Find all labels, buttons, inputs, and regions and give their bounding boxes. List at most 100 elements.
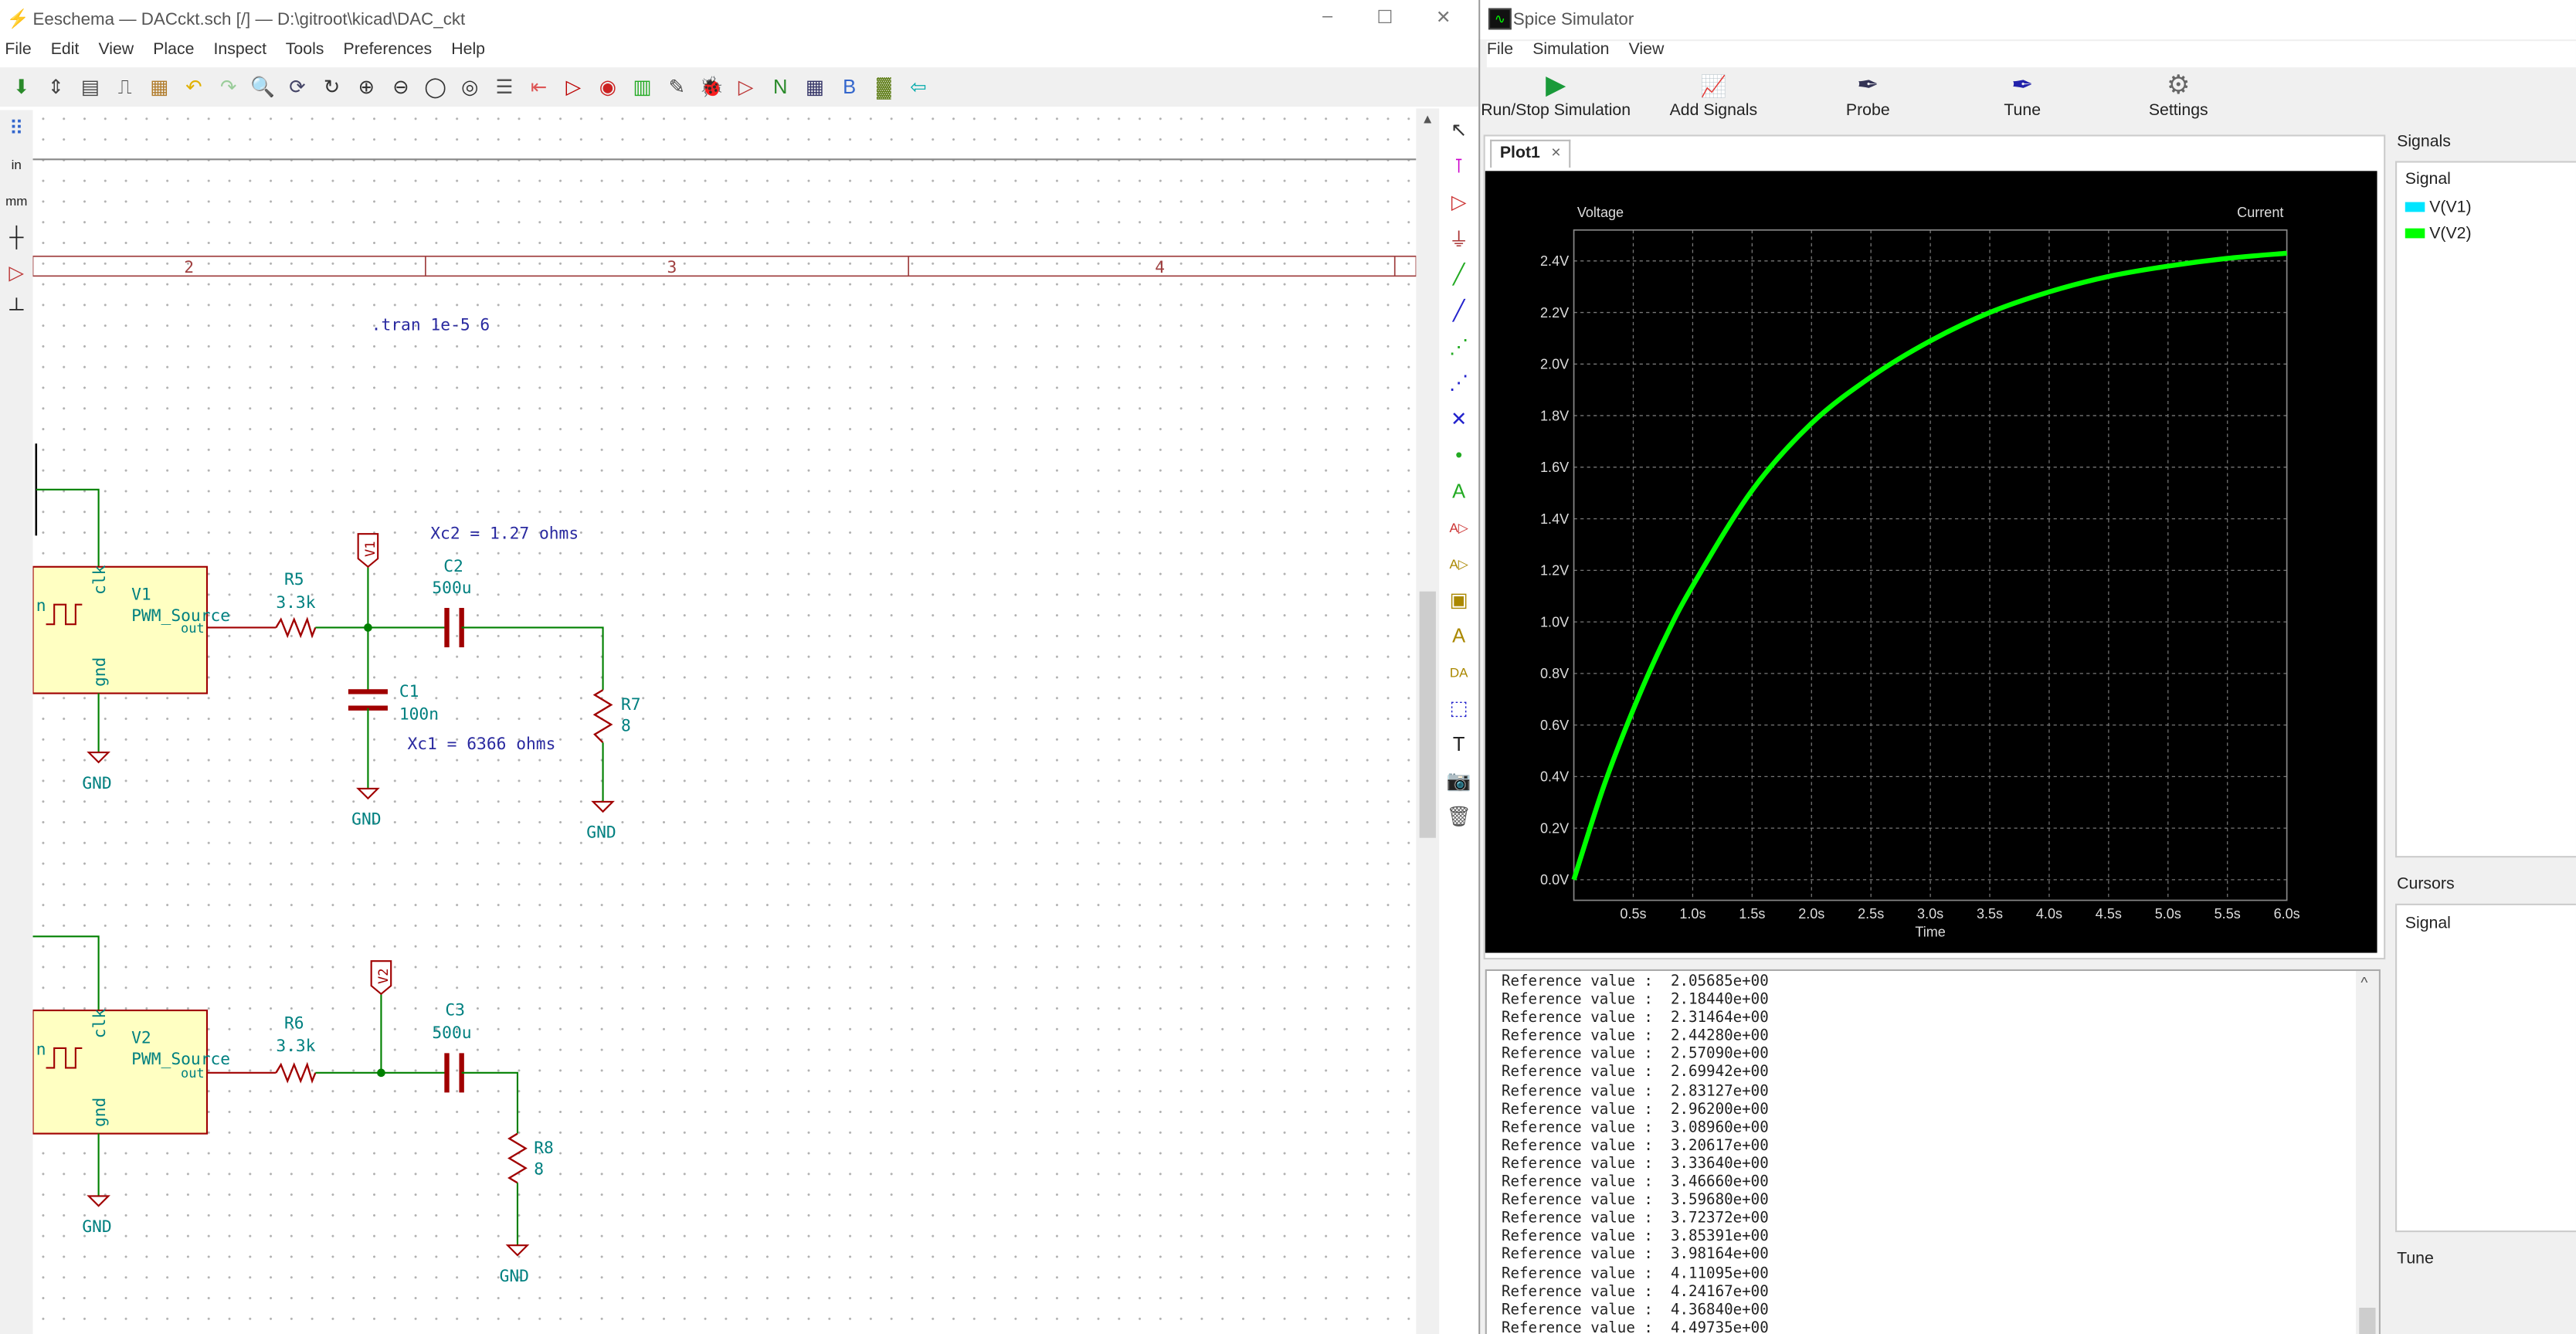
units-mm-icon[interactable]: mm — [2, 185, 31, 215]
close-tab-icon[interactable]: × — [1551, 144, 1560, 162]
add-symbol-icon[interactable]: ▷ — [1444, 187, 1474, 216]
add-global-label-icon[interactable]: A▷ — [1444, 513, 1474, 542]
redraw-icon[interactable]: ↻ — [317, 73, 346, 102]
add-wire-icon[interactable]: ╱ — [1444, 260, 1474, 289]
eeschema-app-icon: ⚡ — [6, 9, 29, 30]
minimize-button[interactable]: – — [1322, 7, 1332, 27]
tab-plot1[interactable]: Plot1 × — [1490, 139, 1571, 168]
hierarchy-icon[interactable]: ☰ — [490, 73, 519, 102]
find-icon[interactable]: 🔍 — [248, 73, 277, 102]
resistor-r6[interactable] — [275, 1061, 317, 1085]
capacitor-c2[interactable] — [444, 607, 464, 647]
tune-button[interactable]: ✒ Tune — [1973, 73, 2072, 121]
no-connect-icon[interactable]: ✕ — [1444, 404, 1474, 433]
menu-help[interactable]: Help — [451, 41, 485, 59]
add-graphic-line-icon[interactable]: ⬚ — [1444, 694, 1474, 723]
resistor-r7[interactable] — [592, 689, 613, 744]
delete-icon[interactable]: 🗑 — [1444, 802, 1474, 831]
netlist-icon[interactable]: N — [765, 73, 795, 102]
scrollbar-thumb[interactable] — [2359, 1308, 2376, 1334]
units-inch-icon[interactable]: in — [2, 150, 31, 179]
simulation-console[interactable]: Reference value : 2.05685e+00 Reference v… — [1485, 969, 2381, 1334]
add-junction-icon[interactable]: • — [1444, 440, 1474, 470]
bom-icon[interactable]: B — [834, 73, 864, 102]
wire-angle-icon[interactable]: ┴ — [2, 294, 31, 324]
annotate-icon[interactable]: ✎ — [662, 73, 691, 102]
add-text-icon[interactable]: T — [1444, 729, 1474, 759]
menu-simulation[interactable]: Simulation — [1532, 41, 1609, 59]
scrollbar-up-arrow[interactable]: ^ — [2360, 974, 2367, 990]
add-sheet-icon[interactable]: ▣ — [1444, 585, 1474, 614]
menu-file[interactable]: File — [5, 41, 31, 59]
menu-view[interactable]: View — [98, 41, 134, 59]
menu-inspect[interactable]: Inspect — [213, 41, 266, 59]
zoom-selection-icon[interactable]: ◎ — [455, 73, 484, 102]
menu-place[interactable]: Place — [153, 41, 194, 59]
spice-directive[interactable]: .tran 1e-5 6 — [372, 316, 490, 335]
resistor-r5[interactable] — [275, 616, 317, 639]
paste-icon[interactable]: ▦ — [144, 73, 174, 102]
find-replace-icon[interactable]: ⟳ — [283, 73, 312, 102]
undo-icon[interactable]: ↶ — [179, 73, 209, 102]
zoom-out-icon[interactable]: ⊖ — [386, 73, 416, 102]
component-ref: C3 — [445, 1000, 465, 1020]
leave-sheet-icon[interactable]: ⇤ — [524, 73, 553, 102]
capacitor-c3[interactable] — [444, 1053, 464, 1093]
grid-toggle-icon[interactable]: ⠿ — [2, 114, 31, 143]
redo-icon[interactable]: ↷ — [213, 73, 243, 102]
symbol-browser-icon[interactable]: ◉ — [593, 73, 623, 102]
add-image-icon[interactable]: 📷 — [1444, 765, 1474, 795]
menu-tools[interactable]: Tools — [286, 41, 324, 59]
symbol-editor-icon[interactable]: ▷ — [558, 73, 588, 102]
erc-icon[interactable]: 🐞 — [697, 73, 726, 102]
schematic-canvas[interactable]: 2 3 4 .tran 1e-5 6 n V1 PWM_Source clk g… — [32, 108, 1417, 1334]
import-sheet-pin-icon[interactable]: A — [1444, 621, 1474, 650]
bom-table-icon[interactable]: ▦ — [800, 73, 830, 102]
simulator-icon[interactable]: ▷ — [731, 73, 760, 102]
hidden-pins-icon[interactable]: ▷ — [2, 258, 31, 287]
add-label-icon[interactable]: A — [1444, 477, 1474, 506]
add-bus-icon[interactable]: ╱ — [1444, 296, 1474, 325]
save-icon[interactable]: ⬇ — [7, 73, 36, 102]
highlight-net-icon[interactable]: ⊺ — [1444, 151, 1474, 181]
page-settings-icon[interactable]: ⇕ — [41, 73, 70, 102]
probe-button[interactable]: ✒ Probe — [1818, 73, 1917, 121]
menu-preferences[interactable]: Preferences — [344, 41, 433, 59]
back-annotate-icon[interactable]: ⇦ — [904, 73, 933, 102]
settings-button[interactable]: ⚙ Settings — [2129, 73, 2228, 121]
print-icon[interactable]: ▤ — [76, 73, 105, 102]
menu-file[interactable]: File — [1487, 41, 1513, 59]
menu-view[interactable]: View — [1629, 41, 1665, 59]
signals-list[interactable]: Signal V(V1) V(V2) — [2395, 161, 2576, 858]
footprint-assign-icon[interactable]: ▥ — [627, 73, 657, 102]
vertical-scrollbar[interactable]: ▲ — [1416, 108, 1440, 1334]
component-value: 3.3k — [276, 1037, 315, 1056]
wire-bus-entry-icon[interactable]: ⋰ — [1444, 332, 1474, 362]
console-line: Reference value : 4.36840e+00 — [1501, 1302, 1769, 1319]
plot-chart[interactable]: 0.5s 1.0s 1.5s 2.0s 2.5s 3.0s 3.5s 4.0s 4.5s 5.0s… — [1485, 171, 2377, 953]
bus-bus-entry-icon[interactable]: ⋰ — [1444, 368, 1474, 397]
add-hier-label-icon[interactable]: A▷ — [1444, 548, 1474, 578]
capacitor-c1[interactable] — [348, 689, 388, 711]
zoom-in-icon[interactable]: ⊕ — [351, 73, 381, 102]
close-button[interactable]: ✕ — [1436, 7, 1451, 29]
cursor-shape-icon[interactable]: ┼ — [2, 222, 31, 251]
scrollbar-up-arrow[interactable]: ▲ — [1421, 112, 1434, 127]
add-sheet-pin-icon[interactable]: DA — [1444, 657, 1474, 687]
plot-icon[interactable]: ⎍ — [110, 73, 140, 102]
console-line: Reference value : 2.05685e+00 — [1501, 974, 1769, 991]
cursors-list[interactable]: Signal — [2395, 903, 2576, 1233]
zoom-fit-icon[interactable]: ◯ — [420, 73, 450, 102]
run-stop-simulation-button[interactable]: ▶ Run/Stop Simulation — [1480, 73, 1631, 121]
scrollbar-thumb[interactable] — [1419, 591, 1436, 838]
resistor-r8[interactable] — [507, 1132, 528, 1184]
signal-item-v1[interactable]: V(V1) — [2405, 199, 2472, 217]
signal-item-v2[interactable]: V(V2) — [2405, 225, 2472, 243]
add-signals-button[interactable]: 📈 Add Signals — [1656, 73, 1771, 121]
menu-edit[interactable]: Edit — [51, 41, 80, 59]
add-power-icon[interactable]: ⏚ — [1444, 223, 1474, 253]
maximize-button[interactable]: ☐ — [1376, 7, 1393, 29]
select-icon[interactable]: ↖ — [1444, 115, 1474, 144]
pcbnew-icon[interactable]: ▓ — [869, 73, 898, 102]
console-scrollbar[interactable]: ^ — [2355, 970, 2379, 1334]
